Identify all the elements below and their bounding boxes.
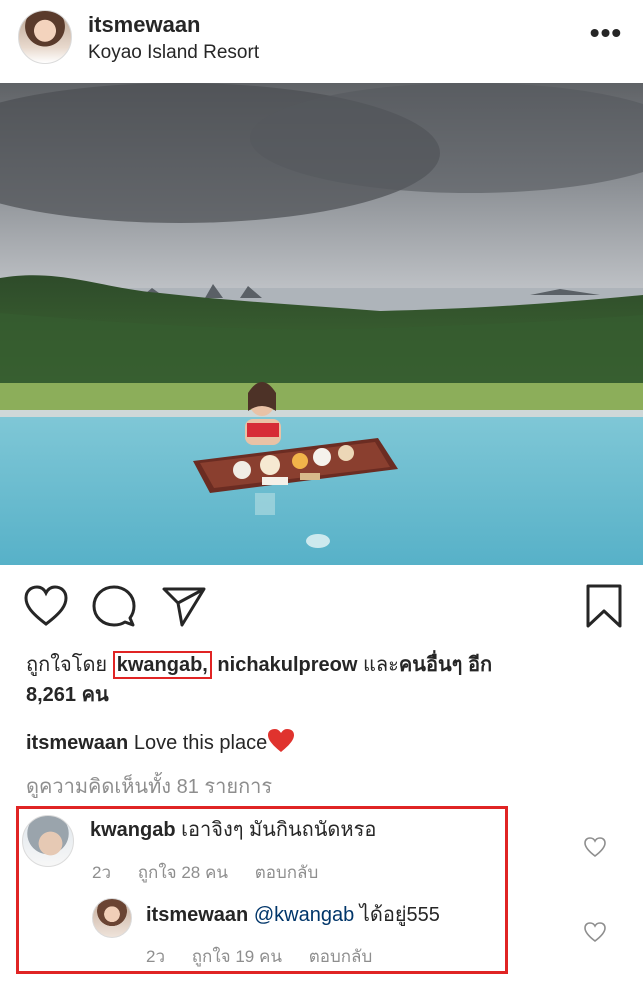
comment-1-time: 2ว [92,863,112,882]
share-icon[interactable] [158,580,210,632]
liker-kwangab[interactable]: kwangab [117,654,203,676]
comment-2-heart-icon[interactable] [583,921,607,943]
post-header: itsmewaan Koyao Island Resort ••• [0,0,643,82]
comment-icon[interactable] [88,580,140,632]
comment-2-time: 2ว [146,947,166,966]
comment-2-reply-button[interactable]: ตอบกลับ [309,947,373,966]
liker-separator: , [202,654,208,676]
comment-1-meta: 2ว ถูกใจ 28 คน ตอบกลับ [92,862,340,884]
likes-and: และ [363,654,399,676]
red-heart-emoji-icon [268,729,295,752]
post-location[interactable]: Koyao Island Resort [88,42,259,64]
comment-avatar-itsmewaan[interactable] [92,898,132,938]
more-horizontal-icon[interactable]: ••• [588,18,624,48]
comment-1-reply-button[interactable]: ตอบกลับ [255,863,319,882]
comment-2-mention[interactable]: @kwangab [254,904,354,926]
bookmark-icon[interactable] [578,580,630,632]
liker-highlight: kwangab, [112,651,212,679]
caption-text: Love this place [133,732,268,754]
post-photo[interactable] [0,83,643,565]
comment-1: kwangab เอาจิงๆ มันกินถนัดหรอ [90,816,376,844]
comment-2-likes[interactable]: ถูกใจ 19 คน [192,947,282,966]
comment-avatar-kwangab[interactable] [22,815,74,867]
caption-username[interactable]: itsmewaan [26,732,128,754]
comment-1-username[interactable]: kwangab [90,819,176,841]
comment-2-username[interactable]: itsmewaan [146,904,248,926]
post-caption: itsmewaan Love this place [26,728,295,758]
liker-nichakulpreow[interactable]: nichakulpreow [217,654,357,676]
likes-others[interactable]: คนอื่นๆ อีก [399,654,492,676]
action-bar [0,580,643,636]
comment-2-meta: 2ว ถูกใจ 19 คน ตอบกลับ [146,946,394,968]
comment-1-likes[interactable]: ถูกใจ 28 คน [138,863,228,882]
user-avatar[interactable] [18,10,72,64]
likes-prefix: ถูกใจโดย [26,654,108,676]
comment-1-text: เอาจิงๆ มันกินถนัดหรอ [181,819,377,841]
view-all-comments-link[interactable]: ดูความคิดเห็นทั้ง 81 รายการ [26,772,272,802]
comment-1-heart-icon[interactable] [583,836,607,858]
comment-2-text: ได้อยู่555 [359,904,440,926]
post-username[interactable]: itsmewaan [88,12,201,38]
post-photo-image [0,83,643,565]
likes-line: ถูกใจโดย kwangab, nichakulpreow และคนอื่… [26,650,626,710]
likes-count[interactable]: 8,261 คน [26,684,109,706]
comment-2: itsmewaan @kwangab ได้อยู่555 [146,901,440,929]
heart-icon[interactable] [20,580,72,632]
